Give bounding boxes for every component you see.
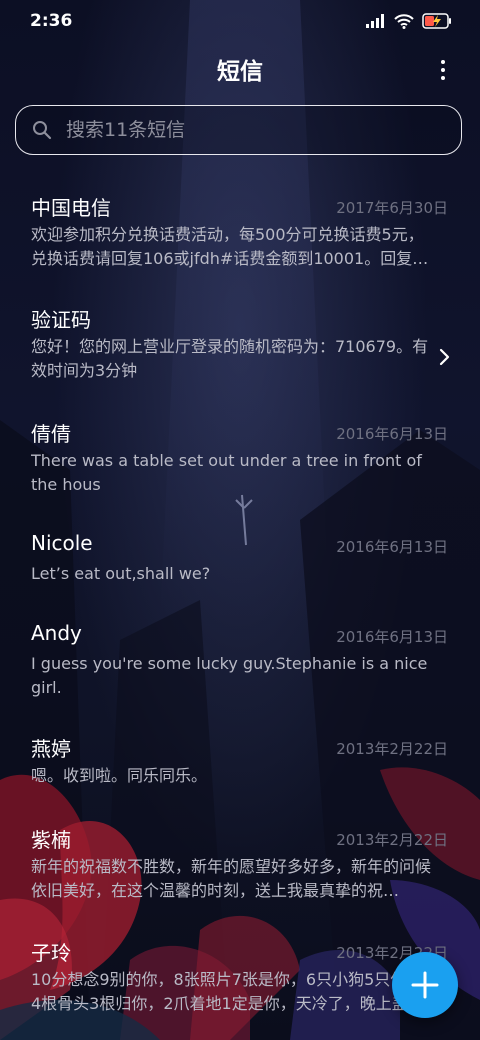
contact-name: 燕婷: [31, 737, 71, 761]
wifi-icon: [394, 13, 414, 29]
battery-charging-icon: [422, 13, 451, 29]
message-date: 2013年2月22日: [336, 831, 448, 849]
contact-name: 验证码: [31, 308, 91, 332]
message-date: 2016年6月13日: [336, 425, 448, 443]
message-preview: 10分想念9别的你，8张照片7张是你，6只小狗5只像你，4根骨头3根归你，2爪着…: [31, 970, 439, 1013]
message-item[interactable]: 中国电信 2017年6月30日 欢迎参加积分兑换话费活动，每500分可兑换话费5…: [0, 180, 480, 280]
message-preview: 欢迎参加积分兑换话费活动，每500分可兑换话费5元，兑换话费请回复106或jfd…: [31, 225, 429, 268]
more-vertical-icon: [441, 60, 445, 64]
message-date: 2013年2月22日: [336, 740, 448, 758]
status-time: 2:36: [30, 11, 73, 31]
message-preview: 新年的祝福数不胜数，新年的愿望好多好多，新年的问候依旧美好，在这个温馨的时刻，送…: [31, 857, 432, 900]
signal-icon: [366, 14, 384, 28]
message-item[interactable]: 验证码 您好！您的网上营业厅登录的随机密码为：710679。有效时间为3分钟: [0, 292, 480, 392]
message-date: 2017年6月30日: [336, 199, 448, 217]
message-preview: I guess you're some lucky guy.Stephanie …: [31, 654, 428, 697]
new-message-button[interactable]: [392, 952, 458, 1018]
search-input[interactable]: [66, 106, 446, 153]
message-preview: 嗯。收到啦。同乐同乐。: [31, 766, 208, 785]
contact-name: Nicole: [31, 531, 93, 555]
status-icons: [366, 11, 452, 31]
message-preview: There was a table set out under a tree i…: [31, 451, 422, 494]
more-options-button[interactable]: [428, 55, 458, 85]
messages-screen: 2:36 短信 搜索11条短信 中国电信 2017年6月30日 欢迎参加积分兑换…: [0, 0, 480, 1040]
message-preview: Let’s eat out,shall we?: [31, 564, 211, 583]
search-icon: [33, 121, 52, 140]
chevron-right-icon[interactable]: [438, 347, 452, 367]
message-date: 2016年6月13日: [336, 628, 448, 646]
message-item[interactable]: 燕婷 2013年2月22日 嗯。收到啦。同乐同乐。: [0, 721, 480, 821]
message-preview: 您好！您的网上营业厅登录的随机密码为：710679。有效时间为3分钟: [31, 337, 429, 380]
message-date: 2016年6月13日: [336, 538, 448, 556]
contact-name: 倩倩: [31, 422, 71, 446]
search-bar[interactable]: [15, 105, 462, 155]
contact-name: 紫楠: [31, 828, 71, 852]
plus-icon: [411, 971, 439, 999]
message-item[interactable]: 紫楠 2013年2月22日 新年的祝福数不胜数，新年的愿望好多好多，新年的问候依…: [0, 812, 480, 912]
message-item[interactable]: 倩倩 2016年6月13日 There was a table set out …: [0, 406, 480, 506]
message-item[interactable]: Andy 2016年6月13日 I guess you're some luck…: [0, 609, 480, 709]
contact-name: Andy: [31, 621, 82, 645]
contact-name: 中国电信: [31, 196, 111, 220]
page-title: 短信: [217, 59, 263, 85]
contact-name: 子玲: [31, 941, 71, 965]
message-item[interactable]: Nicole 2016年6月13日 Let’s eat out,shall we…: [0, 519, 480, 619]
status-bar: 2:36: [0, 0, 480, 44]
